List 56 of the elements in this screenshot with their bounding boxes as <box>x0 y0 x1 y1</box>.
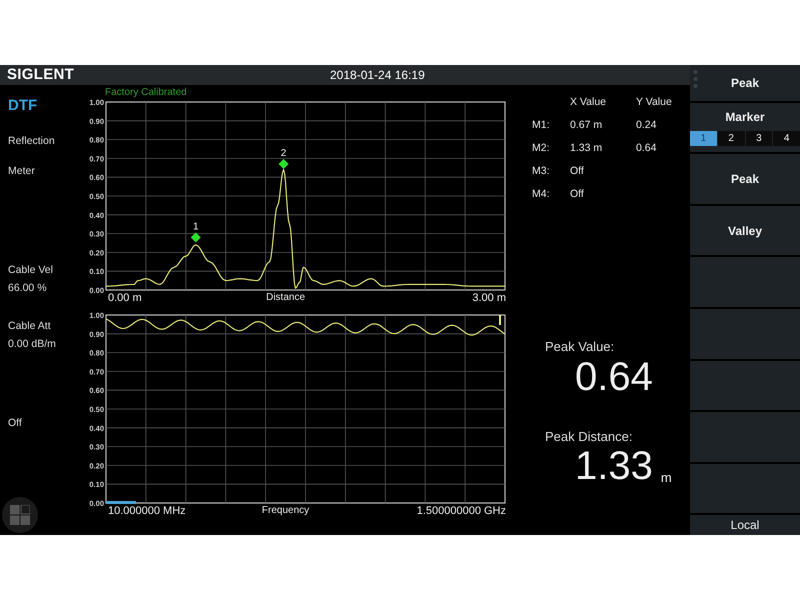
readout-label: Peak Value: <box>545 339 614 354</box>
mode-title: DTF <box>8 97 38 115</box>
marker-option[interactable]: 3 <box>746 131 772 146</box>
menu-title: Peak <box>690 65 800 101</box>
side-label: Off <box>8 416 22 431</box>
marker-x-value: Off <box>570 164 585 179</box>
softkey-label: Marker <box>725 109 765 126</box>
column-header: X Value <box>570 95 607 110</box>
axis-end-label: 1.500000000 GHz <box>416 505 506 517</box>
side-label: Cable Vel <box>8 263 53 278</box>
side-label: 0.00 dB/m <box>8 337 56 352</box>
softkey[interactable]: Valley <box>690 206 800 256</box>
marker-name: M1: <box>532 118 551 133</box>
marker-x-value: 0.67 m <box>570 118 604 133</box>
softkey[interactable] <box>690 257 800 307</box>
readout-value: 0.64 <box>575 356 653 396</box>
marker-name: M3: <box>532 164 551 179</box>
softkey[interactable] <box>690 360 800 410</box>
axis-start-label: 0.00 m <box>108 292 142 304</box>
marker-number: 1 <box>193 221 199 232</box>
marker-name: M2: <box>532 141 551 156</box>
date-time: 2018-01-24 16:19 <box>330 67 425 84</box>
axis-title: Distance <box>266 292 305 303</box>
readout-value: 1.33 <box>575 446 653 486</box>
marker-diamond-icon <box>278 159 289 170</box>
axis-title: Frequency <box>262 505 310 516</box>
marker-option[interactable]: 1 <box>690 131 717 146</box>
softkey[interactable] <box>690 308 800 358</box>
status-label: Local <box>690 515 800 536</box>
calibration-status: Factory Calibrated <box>105 87 187 98</box>
softkey[interactable] <box>690 464 800 514</box>
readout-label: Peak Distance: <box>545 428 632 444</box>
marker-y-value: 0.64 <box>636 141 658 156</box>
marker-name: M4: <box>532 187 551 202</box>
apps-button[interactable] <box>2 497 38 533</box>
side-label: 66.00 % <box>8 281 47 296</box>
unit-label: m <box>660 470 672 486</box>
marker-number: 2 <box>280 148 286 160</box>
marker-x-value: 1.33 m <box>570 141 604 156</box>
sweep-indicator <box>106 501 136 504</box>
axis-start-label: 10.000000 MHz <box>108 505 186 517</box>
marker-x-value: Off <box>570 187 585 202</box>
apps-grid-icon <box>10 505 30 525</box>
softkey[interactable] <box>690 412 800 462</box>
marker-option[interactable]: 2 <box>718 131 744 146</box>
brand-logo: SIGLENT <box>6 64 76 85</box>
column-header: Y Value <box>636 95 673 110</box>
side-label: Meter <box>8 164 35 179</box>
drag-handle-icon <box>693 69 698 89</box>
marker-option[interactable]: 4 <box>773 131 800 146</box>
marker-diamond-icon <box>190 232 201 242</box>
axis-end-label: 3.00 m <box>472 292 506 304</box>
softkey[interactable]: Peak <box>690 154 800 204</box>
marker-y-value: 0.24 <box>636 118 658 133</box>
side-label: Cable Att <box>8 319 51 334</box>
side-label: Reflection <box>8 134 55 149</box>
